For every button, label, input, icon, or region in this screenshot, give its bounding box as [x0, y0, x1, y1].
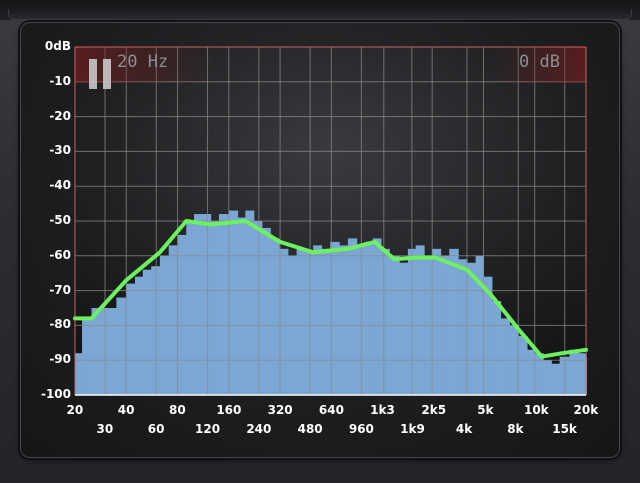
spectrum-bar	[491, 301, 502, 395]
spectrum-bar	[526, 349, 536, 395]
spectrum-bar	[177, 234, 187, 395]
spectrum-bar	[534, 353, 544, 395]
spectrum-bar	[551, 363, 561, 395]
spectrum-bar	[186, 221, 195, 395]
frequency-readout: 20 Hz	[117, 52, 169, 72]
spectrum-bar	[458, 259, 468, 395]
spectrum-bar	[202, 214, 212, 395]
spectrum-bar	[543, 360, 552, 395]
level-readout: 0 dB	[519, 52, 560, 72]
spectrum-bar	[218, 214, 230, 395]
spectrum-bar	[168, 245, 179, 395]
spectrum-bar	[569, 349, 579, 395]
spectrum-bar	[261, 227, 271, 395]
spectrum-bar	[228, 210, 239, 395]
spectrum-bar	[347, 238, 358, 395]
spectrum-bar	[372, 238, 382, 395]
spectrum-bar	[339, 245, 349, 395]
spectrum-bar	[99, 308, 109, 395]
spectrum-bar	[210, 221, 220, 395]
spectrum-bar	[432, 248, 442, 395]
spectrum-bar	[578, 353, 587, 395]
spectrum-bar	[107, 308, 117, 395]
spectrum-bar	[245, 210, 255, 395]
pause-icon-bar	[103, 59, 111, 89]
spectrum-bar	[449, 248, 459, 395]
pause-icon[interactable]	[89, 59, 111, 89]
spectrum-bar	[126, 283, 136, 395]
spectrum-bar	[75, 353, 83, 395]
spectrum-bar	[380, 248, 390, 395]
spectrum-bar	[142, 269, 152, 395]
spectrum-bar	[356, 245, 365, 395]
spectrum-bar	[415, 245, 425, 395]
spectrum-bar	[194, 214, 204, 395]
spectrum-bar	[253, 221, 263, 395]
spectrum-bar	[364, 241, 374, 395]
spectrum-bar	[237, 217, 246, 395]
pause-icon-bar	[89, 59, 97, 89]
spectrum-bar	[270, 238, 280, 395]
spectrum-bar	[296, 248, 306, 395]
spectrum-bar	[313, 245, 323, 395]
spectrum-bar	[134, 276, 144, 395]
spectrum-bar	[399, 262, 409, 395]
spectrum-bar	[82, 318, 93, 395]
spectrum-bar	[305, 252, 314, 395]
spectrum-bar	[500, 318, 510, 395]
spectrum-bar	[518, 335, 528, 395]
spectrum-bar	[466, 262, 477, 395]
spectrum-bar	[321, 248, 331, 395]
spectrum-bar	[116, 297, 127, 395]
spectrum-bar	[91, 308, 101, 395]
